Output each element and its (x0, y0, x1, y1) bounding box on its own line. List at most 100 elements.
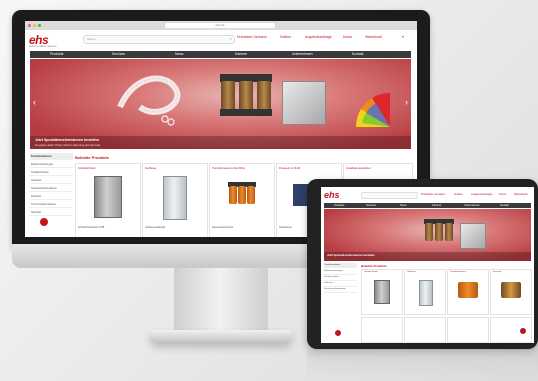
product-card-title: Gehäuse (145, 166, 157, 170)
category-sidebar: Transformatoren Elektroverteilungen Scha… (30, 153, 73, 237)
ipad-product-card[interactable]: Gehäuse (404, 269, 446, 315)
transformer-base (220, 109, 272, 116)
ipad-chat-bubble-icon[interactable] (519, 327, 527, 335)
logo-tagline: ELEKTRO-HANDEL-SERVICE (29, 46, 57, 48)
sidebar-item[interactable]: Schaltschränke (30, 169, 73, 176)
hero-prev-arrow-icon[interactable]: ‹ (33, 97, 36, 107)
nav-item-karriere[interactable]: Karriere (235, 51, 247, 58)
ipad-enclosure-image (419, 280, 433, 306)
ipad-header-link[interactable]: Warenkorb (514, 192, 528, 196)
sidebar-item[interactable]: Transformatoren (30, 153, 73, 160)
maximize-icon[interactable] (38, 24, 41, 27)
sidebar-item[interactable]: Steuertransformatoren (30, 185, 73, 192)
logo[interactable]: ehs (29, 33, 49, 47)
site-header: ehs ELEKTRO-HANDEL-SERVICE Suche ⌕ Drehb… (25, 30, 417, 51)
product-card-text: Steuertransformator (212, 226, 234, 229)
ipad-card-title: Schaltschrank (364, 271, 378, 273)
ipad-section-title: Beliebte Produkte (361, 264, 387, 268)
ipad-product-card[interactable] (361, 317, 403, 343)
sidebar-item[interactable]: Drosseln (30, 193, 73, 200)
search-placeholder: Suche (87, 37, 96, 41)
transformer-coil-2 (239, 81, 253, 111)
transformer-coil (238, 186, 246, 204)
hero-caption: Jetzt Spezialtransformatoren bestellen Z… (30, 136, 411, 149)
ipad-product-card[interactable] (404, 317, 446, 343)
cart-icon[interactable]: ▾ (402, 35, 404, 39)
ipad-header-link[interactable]: Drehbarer Versand (421, 192, 445, 196)
hero-title: Jetzt Spezialtransformatoren bestellen (35, 138, 100, 142)
sidebar-item[interactable]: Gehäuse (30, 177, 73, 184)
ipad-chat-button[interactable] (334, 329, 342, 337)
ipad-product-card[interactable]: Schaltschrank (361, 269, 403, 315)
product-card-title: Schaltschrank (78, 166, 96, 170)
product-card[interactable]: Schaltschrank Schaltschrank RAL 7035 (75, 163, 141, 237)
ipad-sidebar-item[interactable]: Transformatoren (324, 263, 357, 268)
ipad-nav-item[interactable]: Services (366, 203, 376, 208)
hero-subtitle: Zu guten alten Preis. Dank Lieferung aus… (35, 143, 101, 147)
ipad-choke-image (501, 282, 521, 298)
ipad-card-title: Drosseln (493, 271, 502, 273)
enclosure-image (163, 176, 187, 220)
header-link-konto[interactable]: Konto (343, 35, 352, 39)
sidebar-item[interactable]: Trenntransformatoren (30, 201, 73, 208)
nav-item-news[interactable]: News (175, 51, 183, 58)
browser-chrome: ehs.de (25, 21, 417, 30)
product-card-title: Drosseln in Profil (279, 166, 301, 170)
ipad-product-card[interactable]: Drosseln (490, 269, 532, 315)
ipad-card-title: Transformatoren (450, 271, 467, 273)
ipad-sidebar: Transformatoren Elektroverteilungen Scha… (324, 263, 357, 341)
header-link-versand[interactable]: Drehbarer Versand (237, 35, 267, 39)
imac-foot (150, 330, 292, 344)
search-input[interactable]: Suche ⌕ (83, 35, 235, 44)
search-icon[interactable]: ⌕ (230, 36, 232, 41)
cabinet-image (94, 176, 122, 218)
ipad-sidebar-item[interactable]: Steuertransformatoren (324, 287, 357, 293)
product-card[interactable]: Transformatoren drei Wick. Steuertransfo… (209, 163, 275, 237)
ipad-screen: ehs Drehbarer Versand Hotline Angebotsan… (321, 187, 534, 343)
ipad-nav-item[interactable]: News (400, 203, 407, 208)
ipad-transformer-coil (425, 223, 433, 241)
sidebar-item[interactable]: Netzteile (30, 209, 73, 216)
minimize-icon[interactable] (33, 24, 36, 27)
ipad-transformer-coil (435, 223, 443, 241)
header-link-hotline[interactable]: Hotline (280, 35, 291, 39)
product-card-title: Transformatoren drei Wick. (212, 166, 246, 170)
hero-next-arrow-icon[interactable]: › (405, 97, 408, 107)
measuring-tape-illustration (117, 75, 181, 126)
sidebar-item[interactable]: Elektroverteilungen (30, 161, 73, 168)
product-card[interactable]: Gehäuse Gehäuse Edelstahl (142, 163, 208, 237)
nav-item-unternehmen[interactable]: Unternehmen (292, 51, 313, 58)
transformer-coil (229, 186, 237, 204)
ipad-header-link[interactable]: Angebotsanfrage (471, 192, 492, 196)
ipad-nav-item[interactable]: Produkte (334, 203, 344, 208)
transformer-coil-1 (221, 81, 235, 111)
ipad-product-card[interactable]: Transformatoren (447, 269, 489, 315)
ipad-transformer-image (458, 282, 478, 298)
ipad-nav-item[interactable]: Karriere (432, 203, 441, 208)
main-nav: Produkte Services News Karriere Unterneh… (30, 51, 411, 58)
ipad-hero-banner[interactable]: Jetzt Spezialtransformatoren bestellen (324, 209, 531, 261)
ipad-nav-item[interactable]: Unternehmen (464, 203, 480, 208)
enclosure-box-illustration (282, 81, 326, 125)
ipad-search-input[interactable] (361, 192, 418, 199)
chat-button[interactable] (39, 217, 49, 227)
header-link-warenkorb[interactable]: Warenkorb (365, 35, 382, 39)
hero-banner[interactable]: ‹ › Jetzt Spezialtransformatoren bestell… (30, 59, 411, 149)
section-title: Beliebte Produkte (75, 155, 110, 160)
ipad-transformer-coil (445, 223, 453, 241)
ipad-cabinet-image (374, 280, 390, 304)
address-bar[interactable]: ehs.de (165, 23, 275, 28)
close-icon[interactable] (28, 24, 31, 27)
transformer-coil (247, 186, 255, 204)
nav-item-services[interactable]: Services (112, 51, 125, 58)
ipad-logo[interactable]: ehs (324, 190, 340, 200)
nav-item-produkte[interactable]: Produkte (50, 51, 64, 58)
ipad-nav-item[interactable]: Kontakt (500, 203, 509, 208)
ipad-product-card[interactable] (447, 317, 489, 343)
product-card-text: Gehäuse Edelstahl (145, 226, 166, 229)
ipad-nav: Produkte Services News Karriere Unterneh… (324, 203, 531, 208)
header-link-angebot[interactable]: Angebotsanfrage (305, 35, 332, 39)
ipad-header-link[interactable]: Konto (499, 192, 506, 196)
nav-item-kontakt[interactable]: Kontakt (352, 51, 364, 58)
ipad-header-link[interactable]: Hotline (454, 192, 463, 196)
